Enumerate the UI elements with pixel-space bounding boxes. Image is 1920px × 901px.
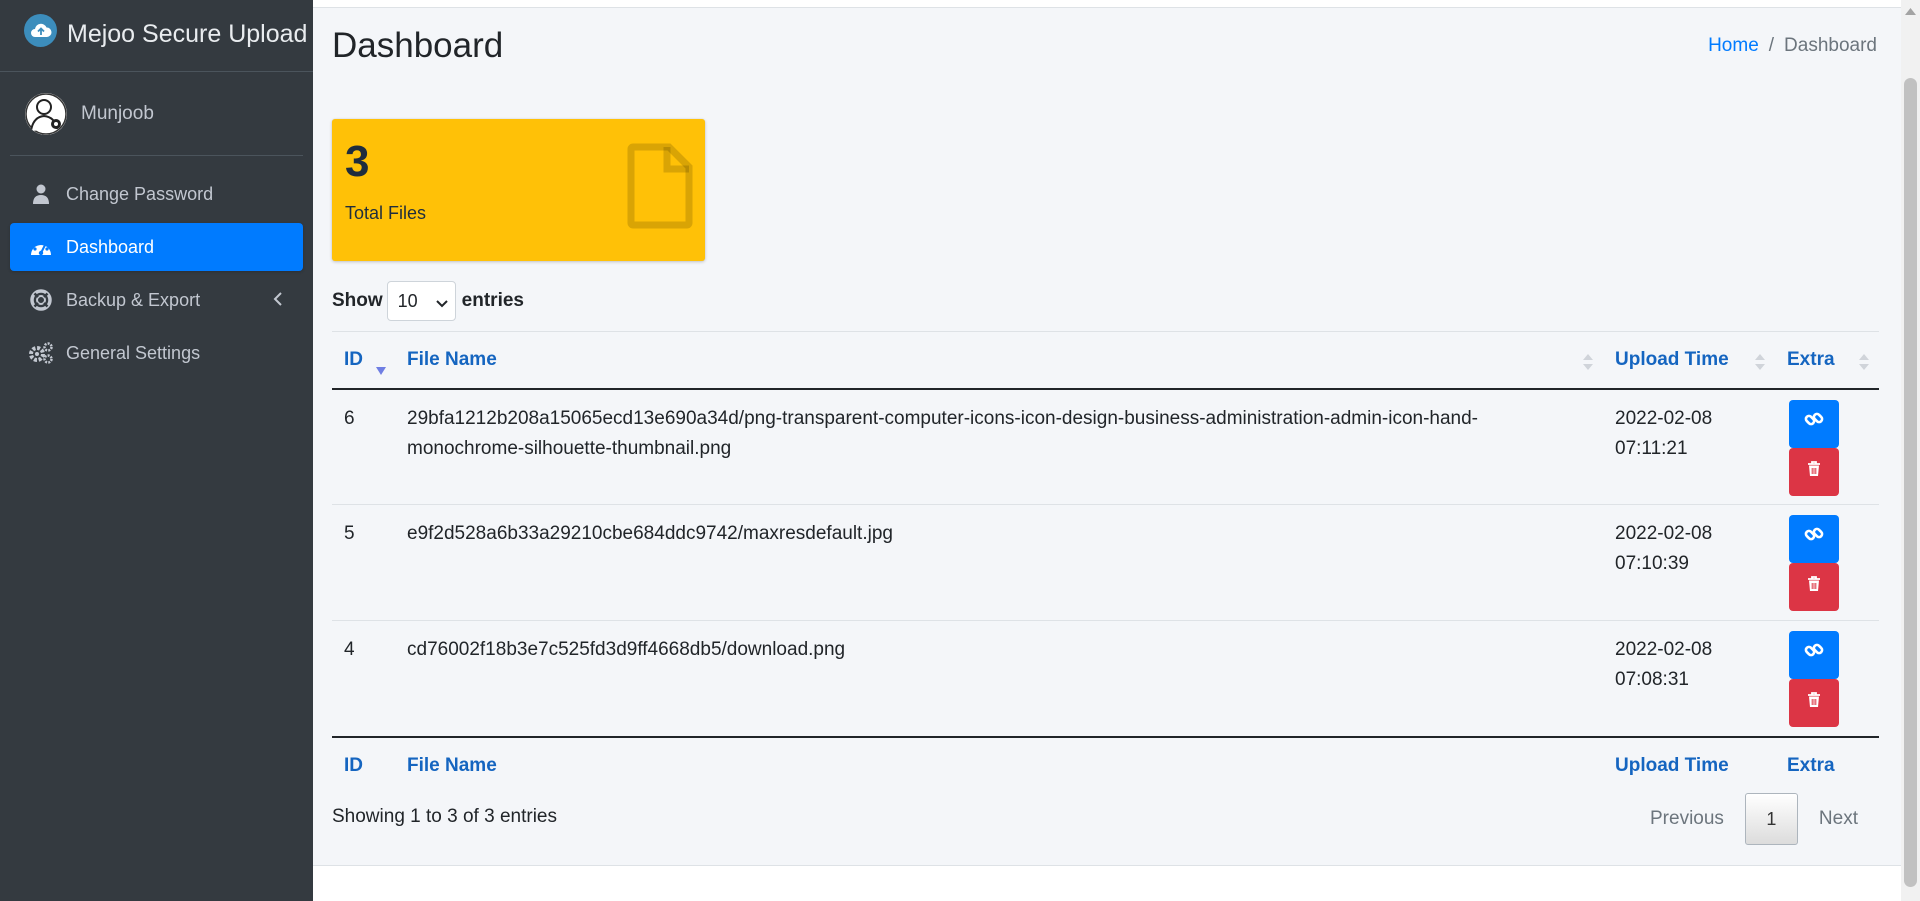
trash-icon	[1807, 688, 1821, 718]
scroll-up-arrow-icon[interactable]	[1905, 2, 1916, 15]
column-header-file-name[interactable]: File Name	[395, 332, 1603, 389]
footer-column-upload-time: Upload Time	[1615, 754, 1729, 776]
life-ring-icon	[28, 288, 54, 312]
cell-id: 4	[344, 639, 355, 660]
sort-icon	[1755, 352, 1765, 372]
page-1-button[interactable]: 1	[1744, 793, 1798, 845]
link-icon	[1804, 640, 1824, 670]
link-icon	[1804, 524, 1824, 554]
brand-link[interactable]: Mejoo Secure Upload	[0, 0, 313, 72]
column-header-id[interactable]: ID	[332, 332, 395, 389]
sort-icon	[1859, 352, 1869, 372]
upload-time: 07:11:21	[1615, 437, 1688, 459]
page-title: Dashboard	[332, 26, 504, 65]
table-footer-row: ID File Name Upload Time Extra	[332, 736, 1879, 794]
sidebar-item-label: General Settings	[66, 342, 201, 363]
cell-upload-time: 2022-02-08 07:08:31	[1603, 621, 1775, 737]
sidebar-nav: Change Password Dashboard Backup & Expor…	[0, 170, 313, 377]
table-info: Showing 1 to 3 of 3 entries	[332, 806, 557, 827]
cell-file-name: 29bfa1212b208a15065ecd13e690a34d/png-tra…	[407, 407, 1479, 459]
main-footer	[313, 865, 1901, 901]
cell-file-name: e9f2d528a6b33a29210cbe684ddc9742/maxresd…	[407, 523, 893, 544]
sidebar-item-change-password[interactable]: Change Password	[10, 170, 303, 218]
previous-page-button[interactable]: Previous	[1629, 793, 1745, 845]
trash-icon	[1807, 457, 1821, 487]
show-label: Show	[332, 290, 383, 311]
top-navbar	[313, 0, 1901, 8]
link-icon	[1804, 409, 1824, 439]
breadcrumb-home-link[interactable]: Home	[1708, 35, 1759, 57]
cell-file-name: cd76002f18b3e7c525fd3d9ff4668db5/downloa…	[407, 639, 846, 660]
column-header-upload-time[interactable]: Upload Time	[1603, 332, 1775, 389]
user-name[interactable]: Munjoob	[81, 103, 154, 125]
cell-upload-time: 2022-02-08 07:11:21	[1603, 389, 1775, 505]
sort-desc-icon	[376, 359, 386, 381]
upload-date: 2022-02-08	[1615, 523, 1713, 544]
brand-name: Mejoo Secure Upload	[67, 20, 308, 48]
pagination: Previous 1 Next	[1629, 793, 1879, 845]
cloud-upload-logo-icon	[24, 14, 57, 47]
page-length-select[interactable]: 10	[386, 281, 456, 321]
cell-id: 5	[344, 523, 355, 544]
table-row: 6 29bfa1212b208a15065ecd13e690a34d/png-t…	[332, 389, 1879, 505]
cell-extra	[1775, 621, 1879, 737]
cell-extra	[1775, 505, 1879, 621]
content-wrapper: Dashboard Home / Dashboard 3 Total Files…	[313, 0, 1901, 901]
sidebar: Mejoo Secure Upload Munjoob Change Passw…	[0, 0, 313, 901]
sidebar-item-dashboard[interactable]: Dashboard	[10, 223, 303, 271]
breadcrumb-separator: /	[1768, 35, 1775, 56]
next-page-button[interactable]: Next	[1798, 793, 1879, 845]
cell-extra	[1775, 389, 1879, 505]
scrollbar-thumb[interactable]	[1904, 78, 1917, 887]
upload-time: 07:10:39	[1615, 553, 1689, 574]
total-files-count: 3	[345, 137, 370, 186]
column-header-extra[interactable]: Extra	[1775, 332, 1879, 389]
footer-column-file-name: File Name	[407, 754, 497, 776]
sidebar-item-label: Backup & Export	[66, 289, 201, 310]
table-row: 5 e9f2d528a6b33a29210cbe684ddc9742/maxre…	[332, 505, 1879, 621]
chevron-down-icon	[435, 294, 449, 308]
cell-upload-time: 2022-02-08 07:10:39	[1603, 505, 1775, 621]
files-table: ID File Name Upload Time Extra 6 29bfa12…	[332, 331, 1879, 794]
upload-date: 2022-02-08	[1615, 407, 1713, 429]
upload-date: 2022-02-08	[1615, 639, 1713, 660]
delete-button[interactable]	[1789, 563, 1839, 611]
trash-icon	[1807, 572, 1821, 602]
footer-column-id: ID	[344, 754, 363, 776]
sidebar-item-label: Dashboard	[66, 236, 155, 257]
total-files-label: Total Files	[345, 203, 427, 223]
breadcrumb: Home / Dashboard	[1708, 35, 1877, 57]
gears-icon	[28, 341, 54, 365]
sort-icon	[1583, 352, 1593, 372]
user-icon	[28, 182, 54, 206]
delete-button[interactable]	[1789, 447, 1839, 496]
avatar[interactable]	[25, 92, 67, 135]
tachometer-icon	[28, 235, 54, 259]
cell-id: 6	[344, 407, 355, 429]
chevron-left-icon[interactable]	[269, 290, 287, 308]
total-files-small-box: 3 Total Files	[332, 119, 705, 261]
copy-link-button[interactable]	[1789, 399, 1839, 448]
table-row: 4 cd76002f18b3e7c525fd3d9ff4668db5/downl…	[332, 621, 1879, 737]
footer-column-extra: Extra	[1787, 754, 1835, 776]
file-icon	[627, 143, 693, 229]
page-length-control: Show 10 entries	[332, 281, 524, 321]
user-panel[interactable]: Munjoob	[10, 72, 303, 156]
vertical-scrollbar[interactable]	[1901, 0, 1920, 901]
page-length-value: 10	[397, 290, 418, 311]
sidebar-item-label: Change Password	[66, 183, 214, 204]
table-header-row: ID File Name Upload Time Extra	[332, 331, 1879, 389]
delete-button[interactable]	[1789, 679, 1839, 727]
upload-time: 07:08:31	[1615, 669, 1689, 690]
copy-link-button[interactable]	[1789, 515, 1839, 563]
sidebar-item-general-settings[interactable]: General Settings	[10, 329, 303, 377]
breadcrumb-current: Dashboard	[1784, 35, 1877, 56]
sidebar-item-backup-export[interactable]: Backup & Export	[10, 276, 303, 324]
entries-label: entries	[461, 290, 524, 311]
copy-link-button[interactable]	[1789, 631, 1839, 679]
